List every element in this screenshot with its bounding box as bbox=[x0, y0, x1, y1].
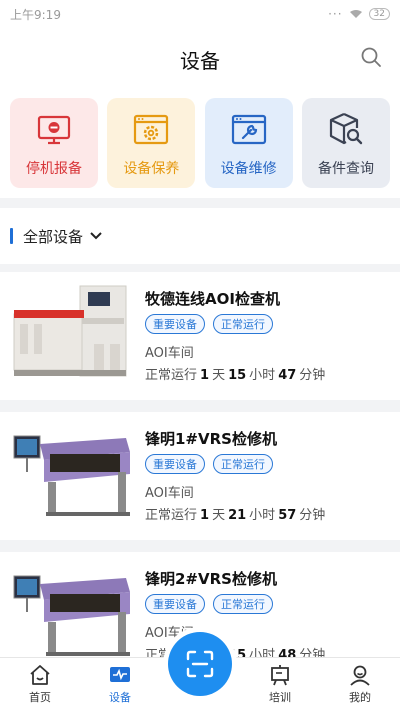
action-label: 设备维修 bbox=[220, 161, 277, 177]
tab-label: 培训 bbox=[269, 691, 291, 704]
device-tags: 重要设备 正常运行 bbox=[145, 314, 273, 334]
window-gear-icon bbox=[134, 114, 169, 145]
status-bar: 上午9:19 ··· 32 bbox=[0, 0, 400, 28]
status-icons: ··· 32 bbox=[328, 7, 390, 21]
device-location: AOI车间 bbox=[145, 486, 194, 501]
device-card[interactable]: 锋明1#VRS检修机 重要设备 正常运行 AOI车间 正常运行 1 天 21 小时 57 分… bbox=[0, 412, 400, 540]
spare-parts-button[interactable]: 备件查询 bbox=[301, 98, 390, 188]
device-name: 锋明2#VRS检修机 bbox=[145, 570, 277, 588]
window-wrench-icon bbox=[231, 114, 266, 145]
status-tag: 正常运行 bbox=[213, 594, 273, 614]
action-label: 设备保养 bbox=[123, 161, 180, 177]
maintenance-button[interactable]: 设备保养 bbox=[107, 98, 196, 188]
vrs-machine-image bbox=[10, 564, 134, 660]
user-icon bbox=[350, 665, 370, 686]
tab-label: 首页 bbox=[29, 691, 51, 704]
scan-button[interactable] bbox=[168, 632, 232, 696]
importance-tag: 重要设备 bbox=[145, 454, 205, 474]
status-tag: 正常运行 bbox=[213, 314, 273, 334]
tab-training[interactable]: 培训 bbox=[240, 658, 320, 711]
page-title: 设备 bbox=[180, 48, 220, 73]
tab-devices[interactable]: 设备 bbox=[80, 658, 160, 711]
vrs-machine-image bbox=[10, 424, 134, 520]
battery-icon: 32 bbox=[368, 8, 390, 20]
device-monitor-icon bbox=[110, 667, 130, 682]
importance-tag: 重要设备 bbox=[145, 314, 205, 334]
wifi-icon bbox=[349, 10, 362, 18]
chevron-down-icon bbox=[90, 232, 102, 240]
monitor-stop-icon bbox=[37, 115, 71, 145]
tab-home[interactable]: 首页 bbox=[0, 658, 80, 711]
device-location: AOI车间 bbox=[145, 346, 194, 361]
quick-actions: 停机报备 设备保养 设备维修 备件查询 bbox=[0, 90, 400, 198]
tab-label: 我的 bbox=[349, 691, 371, 704]
signal-dots-icon: ··· bbox=[328, 7, 343, 21]
action-label: 备件查询 bbox=[317, 161, 374, 177]
filter-label: 全部设备 bbox=[23, 227, 84, 246]
action-label: 停机报备 bbox=[26, 161, 82, 177]
app-header: 设备 bbox=[0, 28, 400, 90]
status-tag: 正常运行 bbox=[213, 454, 273, 474]
shutdown-report-button[interactable]: 停机报备 bbox=[10, 98, 98, 188]
status-time: 上午9:19 bbox=[10, 7, 61, 22]
repair-button[interactable]: 设备维修 bbox=[204, 98, 293, 188]
device-name: 锋明1#VRS检修机 bbox=[145, 430, 277, 448]
device-tags: 重要设备 正常运行 bbox=[145, 594, 273, 614]
device-name: 牧德连线AOI检查机 bbox=[145, 290, 280, 308]
tab-mine[interactable]: 我的 bbox=[320, 658, 400, 711]
box-search-icon bbox=[329, 113, 363, 145]
section-marker bbox=[10, 228, 13, 244]
run-time: 正常运行 1 天 21 小时 57 分钟 bbox=[145, 508, 326, 523]
tab-label: 设备 bbox=[109, 691, 131, 704]
importance-tag: 重要设备 bbox=[145, 594, 205, 614]
search-icon[interactable] bbox=[360, 46, 382, 68]
presentation-board-icon bbox=[271, 665, 289, 686]
device-filter[interactable]: 全部设备 bbox=[0, 208, 400, 264]
run-time: 正常运行 1 天 15 小时 47 分钟 bbox=[145, 368, 326, 383]
device-tags: 重要设备 正常运行 bbox=[145, 454, 273, 474]
scan-icon bbox=[186, 650, 214, 678]
device-card[interactable]: 牧德连线AOI检查机 重要设备 正常运行 AOI车间 正常运行 1 天 15 小时 47 分… bbox=[0, 272, 400, 400]
device-list: 牧德连线AOI检查机 重要设备 正常运行 AOI车间 正常运行 1 天 15 小时 47 分… bbox=[0, 272, 400, 692]
home-icon bbox=[30, 665, 50, 685]
aoi-machine-image bbox=[10, 284, 134, 380]
